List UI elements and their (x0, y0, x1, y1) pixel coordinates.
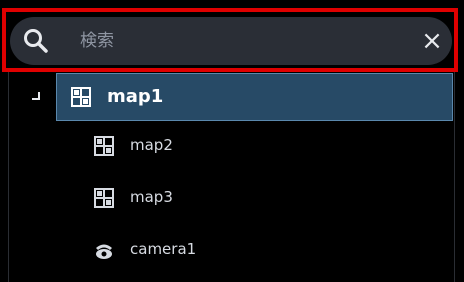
tree-item-camera1[interactable]: camera1 (90, 228, 450, 272)
tree-guide-line (8, 72, 9, 282)
tree-border-line (454, 72, 455, 282)
map-icon (94, 188, 114, 208)
search-bar: × (10, 17, 452, 65)
tree-item-label: map3 (130, 188, 173, 206)
tree-item-label: map1 (107, 86, 164, 107)
map-icon (71, 87, 91, 107)
search-input[interactable] (80, 27, 380, 55)
tree-item-map1[interactable]: map1 (56, 73, 453, 121)
map-tree-panel: × map1 map2 (0, 0, 464, 282)
tree-item-map2[interactable]: map2 (90, 124, 450, 168)
collapse-icon[interactable] (30, 91, 42, 103)
tree-item-map3[interactable]: map3 (90, 176, 450, 220)
camera-icon (96, 244, 112, 259)
tree-item-label: camera1 (130, 240, 197, 258)
map-icon (94, 136, 114, 156)
clear-icon[interactable]: × (418, 27, 446, 55)
search-icon[interactable] (22, 27, 50, 55)
tree-item-label: map2 (130, 136, 173, 154)
